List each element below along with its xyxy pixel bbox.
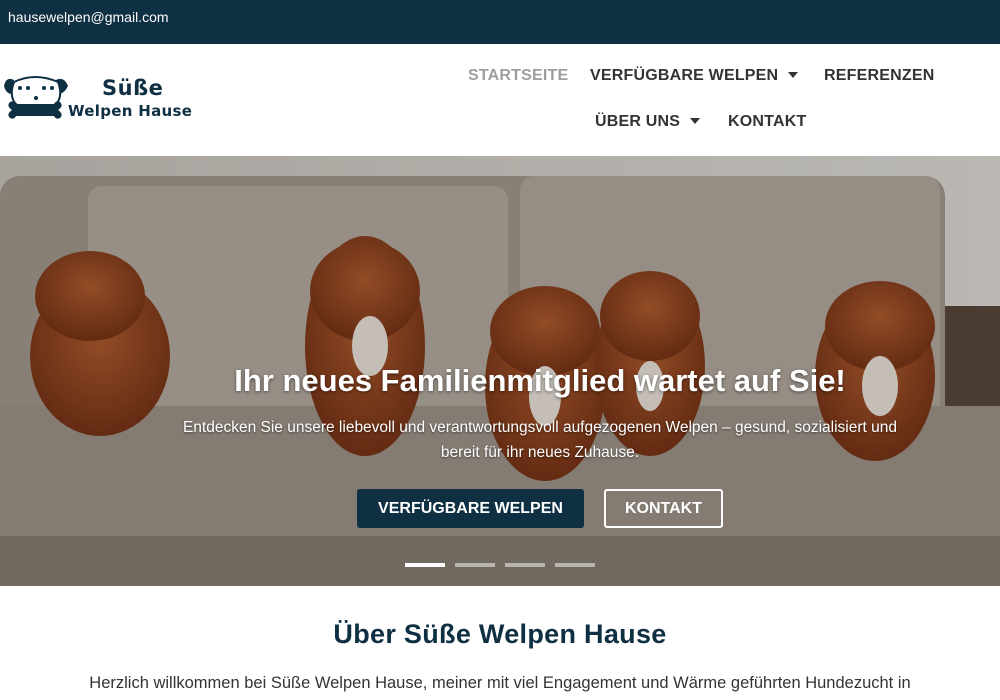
- nav-ueber-uns-label: ÜBER UNS: [595, 113, 681, 130]
- contact-button[interactable]: KONTAKT: [604, 489, 723, 528]
- slide-indicator-3[interactable]: [505, 563, 545, 567]
- puppy-logo-icon: [4, 76, 68, 119]
- chevron-down-icon: [788, 72, 799, 78]
- about-intro-text: Herzlich willkommen bei Süße Welpen Haus…: [89, 674, 911, 692]
- chevron-down-icon: [690, 118, 701, 124]
- about-heading: Über Süße Welpen Hause: [333, 619, 667, 649]
- site-header: Süße Welpen Hause STARTSEITE VERFÜGBARE …: [0, 44, 1000, 156]
- slide-indicator-4[interactable]: [555, 563, 595, 567]
- nav-ueber-uns[interactable]: ÜBER UNS: [595, 113, 701, 131]
- nav-verfuegbare-welpen-label: VERFÜGBARE WELPEN: [590, 67, 779, 84]
- contact-email[interactable]: hausewelpen@gmail.com: [8, 9, 169, 25]
- nav-kontakt[interactable]: KONTAKT: [728, 113, 806, 131]
- hero-subtitle: Entdecken Sie unsere liebevoll und veran…: [182, 419, 898, 461]
- logo-text-line2: Welpen Hause: [68, 102, 193, 120]
- slide-indicator-1[interactable]: [405, 563, 445, 567]
- slide-indicator-2[interactable]: [455, 563, 495, 567]
- logo-text-line1: Süße: [102, 76, 164, 100]
- hero-title: Ihr neues Familienmitglied wartet auf Si…: [234, 363, 846, 398]
- nav-startseite[interactable]: STARTSEITE: [468, 67, 568, 85]
- nav-verfuegbare-welpen[interactable]: VERFÜGBARE WELPEN: [590, 67, 799, 85]
- available-puppies-button[interactable]: VERFÜGBARE WELPEN: [357, 489, 584, 528]
- top-bar: hausewelpen@gmail.com: [0, 0, 1000, 44]
- nav-referenzen[interactable]: REFERENZEN: [824, 67, 934, 85]
- hero-slider: Ihr neues Familienmitglied wartet auf Si…: [0, 156, 1000, 586]
- site-logo[interactable]: Süße Welpen Hause: [4, 72, 204, 132]
